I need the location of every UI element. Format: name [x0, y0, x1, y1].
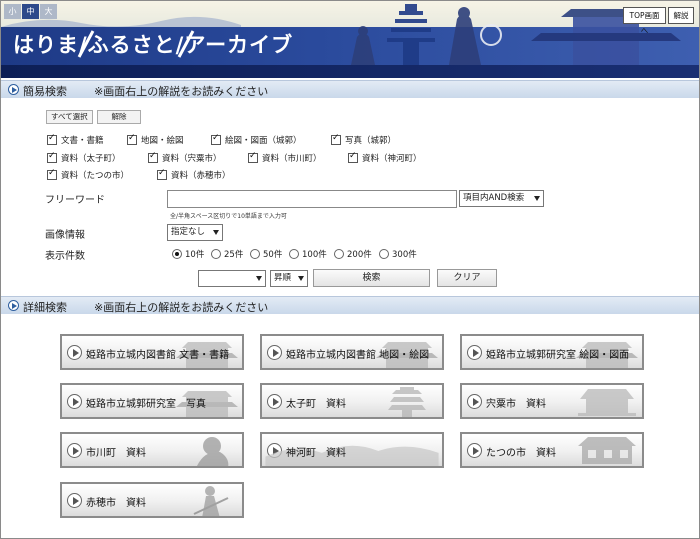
freeword-input[interactable] [167, 190, 457, 208]
search-button[interactable]: 検索 [313, 269, 430, 287]
detail-search-header[interactable]: 詳細検索 ※画面右上の解説をお読みください [1, 296, 699, 314]
checkbox-icon [47, 168, 57, 180]
count-radio[interactable]: 10件 [172, 248, 204, 260]
category-checkbox[interactable]: 資料（太子町） [47, 151, 121, 164]
radio-selected-icon [172, 249, 182, 259]
detail-tile[interactable]: 姫路市立城郭研究室 写真 [60, 383, 244, 419]
checkbox-icon [157, 168, 167, 180]
pagoda-icon [388, 387, 426, 417]
category-checkbox[interactable]: 資料（神河町） [348, 151, 422, 164]
checkbox-icon [211, 133, 221, 145]
play-icon [67, 394, 82, 409]
shrine-icon [578, 389, 636, 416]
category-checkbox[interactable]: 絵図・図面（城郭） [211, 133, 302, 146]
play-icon [467, 443, 482, 458]
simple-search-heading: 簡易検索 [23, 85, 67, 98]
detail-tile[interactable]: 姫路市立城郭研究室 絵図・図面 [460, 334, 644, 370]
house-icon [578, 437, 636, 464]
play-icon [67, 443, 82, 458]
detail-tile[interactable]: 太子町 資料 [260, 383, 444, 419]
freeword-label: フリーワード [45, 195, 105, 206]
image-info-label: 画像情報 [45, 230, 85, 241]
detail-tile[interactable]: 宍粟市 資料 [460, 383, 644, 419]
expand-icon [8, 84, 19, 95]
checkbox-icon [248, 151, 258, 163]
radio-icon [289, 249, 299, 259]
sort-order-select[interactable]: 昇順 [270, 270, 308, 287]
category-checkbox[interactable]: 資料（市川町） [248, 151, 322, 164]
detail-search-note: ※画面右上の解説をお読みください [94, 301, 269, 314]
detail-tile[interactable]: 神河町 資料 [260, 432, 444, 468]
category-checkbox[interactable]: 地図・絵図 [127, 133, 184, 146]
figure-icon [197, 437, 229, 466]
font-size-switcher: 小 中 大 [4, 4, 57, 19]
category-checkbox[interactable]: 資料（たつの市） [47, 168, 129, 181]
checkbox-icon [348, 151, 358, 163]
detail-search-heading: 詳細検索 [23, 301, 67, 314]
category-checkbox[interactable]: 資料（赤穂市） [157, 168, 231, 181]
checkbox-icon [127, 133, 137, 145]
top-page-button[interactable]: TOP画面へ [623, 7, 666, 35]
checkbox-icon [47, 151, 57, 163]
site-title: はりま/ふるさと/アーカイブ [13, 32, 294, 57]
sort-field-select[interactable] [198, 270, 266, 287]
category-checkbox[interactable]: 文書・書籍 [47, 133, 104, 146]
help-button[interactable]: 解説 [668, 7, 694, 24]
checkbox-icon [148, 151, 158, 163]
image-info-select[interactable]: 指定なし [167, 224, 223, 241]
radio-icon [379, 249, 389, 259]
detail-tile[interactable]: 姫路市立城内図書館 文書・書籍 [60, 334, 244, 370]
chevron-down-icon [534, 196, 540, 201]
play-icon [67, 493, 82, 508]
samurai-icon [193, 486, 229, 516]
detail-tile[interactable]: たつの市 資料 [460, 432, 644, 468]
match-mode-select[interactable]: 項目内AND検索 [459, 190, 544, 207]
play-icon [467, 345, 482, 360]
count-radio[interactable]: 100件 [289, 248, 327, 260]
expand-icon [8, 300, 19, 311]
count-radio[interactable]: 50件 [250, 248, 282, 260]
play-icon [67, 345, 82, 360]
header-banner: 小 中 大 はりま/ふるさと/アーカイブ TOP画面へ 解説 [1, 1, 699, 78]
play-icon [267, 345, 282, 360]
category-checkbox[interactable]: 資料（宍粟市） [148, 151, 222, 164]
radio-icon [250, 249, 260, 259]
detail-tile[interactable]: 姫路市立城内図書館 地図・絵図 [260, 334, 444, 370]
checkbox-icon [331, 133, 341, 145]
simple-search-header[interactable]: 簡易検索 ※画面右上の解説をお読みください [1, 80, 699, 98]
select-all-button[interactable]: すべて選択 [46, 110, 93, 124]
display-count-label: 表示件数 [45, 251, 85, 262]
clear-button[interactable]: クリア [437, 269, 497, 287]
radio-icon [211, 249, 221, 259]
simple-search-note: ※画面右上の解説をお読みください [94, 85, 269, 98]
count-radio[interactable]: 300件 [379, 248, 417, 260]
play-icon [467, 394, 482, 409]
clear-selection-button[interactable]: 解除 [97, 110, 141, 124]
chevron-down-icon [256, 276, 262, 281]
play-icon [267, 394, 282, 409]
font-size-small-button[interactable]: 小 [4, 4, 21, 19]
freeword-hint: 全/半角スペース区切りで10単語まで入力可 [170, 213, 287, 220]
count-radio[interactable]: 200件 [334, 248, 372, 260]
font-size-medium-button[interactable]: 中 [22, 4, 39, 19]
detail-tile[interactable]: 赤穂市 資料 [60, 482, 244, 518]
font-size-large-button[interactable]: 大 [40, 4, 57, 19]
chevron-down-icon [298, 276, 304, 281]
detail-tile[interactable]: 市川町 資料 [60, 432, 244, 468]
count-radio[interactable]: 25件 [211, 248, 243, 260]
radio-icon [334, 249, 344, 259]
checkbox-icon [47, 133, 57, 145]
chevron-down-icon [213, 230, 219, 235]
category-checkbox[interactable]: 写真（城郭） [331, 133, 396, 146]
